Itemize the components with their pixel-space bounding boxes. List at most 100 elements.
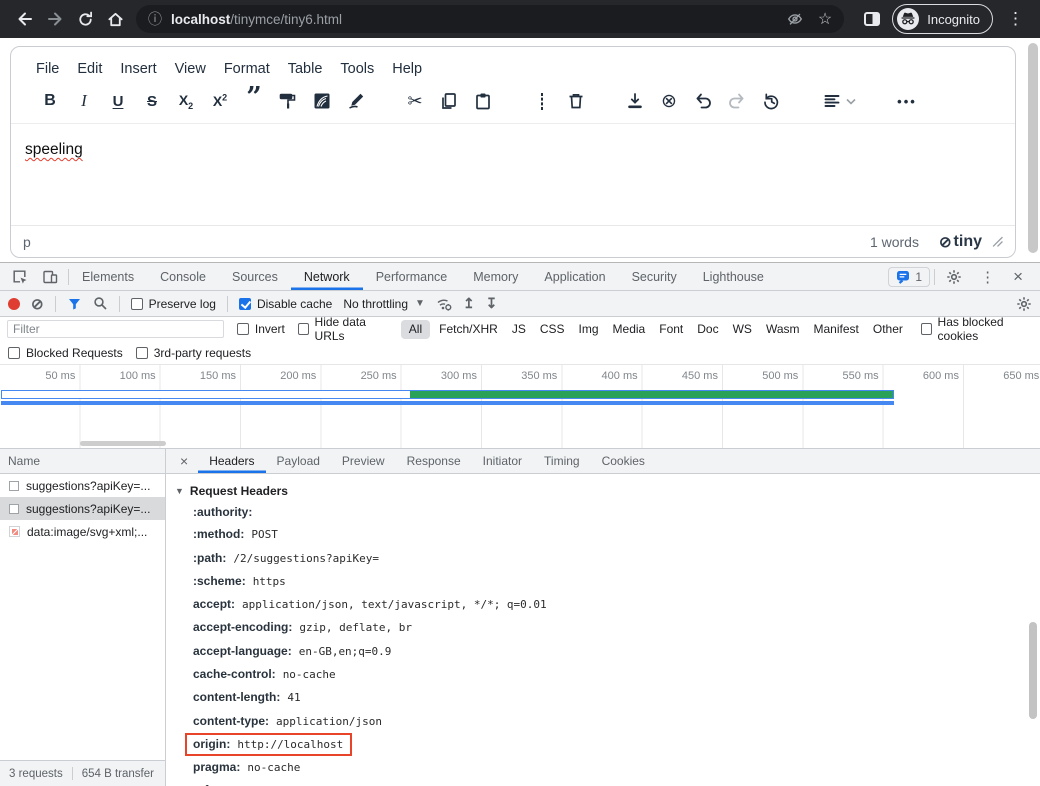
blocked-requests-checkbox[interactable] [8, 347, 20, 359]
disable-cache-label[interactable]: Disable cache [257, 297, 332, 311]
reload-button[interactable] [70, 4, 100, 34]
address-bar[interactable]: ⓘ localhost/tinymce/tiny6.html ☆ [136, 5, 844, 33]
more-options-button[interactable]: ••• [890, 86, 924, 116]
invert-checkbox[interactable] [237, 323, 249, 335]
detail-tab-cookies[interactable]: Cookies [591, 449, 656, 473]
undo-button[interactable] [686, 86, 720, 116]
filter-type-ws[interactable]: WS [728, 320, 757, 339]
filter-type-media[interactable]: Media [608, 320, 651, 339]
browser-menu-icon[interactable]: ⋮ [999, 9, 1032, 29]
request-headers-section[interactable]: ▼ Request Headers [175, 484, 1040, 498]
devtools-menu-icon[interactable]: ⋮ [973, 268, 1002, 286]
devtools-close-icon[interactable]: × [1006, 267, 1030, 287]
home-button[interactable] [100, 4, 130, 34]
tiny-logo[interactable]: ⊘tiny [939, 233, 982, 251]
tab-performance[interactable]: Performance [363, 263, 461, 290]
tab-sources[interactable]: Sources [219, 263, 291, 290]
third-party-cookies-blocked-icon[interactable] [786, 10, 804, 28]
filter-type-js[interactable]: JS [507, 320, 531, 339]
disable-cache-checkbox[interactable] [239, 298, 251, 310]
filter-type-wasm[interactable]: Wasm [761, 320, 805, 339]
filter-type-doc[interactable]: Doc [692, 320, 723, 339]
editor-content[interactable]: speeling [11, 123, 1015, 225]
device-toolbar-icon[interactable] [35, 269, 68, 285]
has-blocked-cookies-checkbox[interactable] [921, 323, 932, 335]
detail-tab-headers[interactable]: Headers [198, 449, 265, 473]
detail-tab-timing[interactable]: Timing [533, 449, 591, 473]
filter-input[interactable] [7, 320, 224, 338]
third-party-requests-checkbox[interactable] [136, 347, 148, 359]
clear-network-log-icon[interactable]: ⊘ [31, 295, 44, 313]
blockquote-button[interactable]: ” [237, 86, 271, 116]
menu-edit[interactable]: Edit [68, 57, 111, 81]
tab-console[interactable]: Console [147, 263, 219, 290]
subscript-button[interactable]: X2 [169, 86, 203, 116]
disclosure-triangle-icon[interactable]: ▼ [175, 486, 184, 496]
export-har-icon[interactable]: ↧ [486, 295, 498, 312]
name-column-header[interactable]: Name [0, 449, 165, 474]
permanent-pen-button[interactable] [339, 86, 373, 116]
menu-tools[interactable]: Tools [331, 57, 383, 81]
paste-button[interactable] [466, 86, 500, 116]
inspect-element-icon[interactable] [4, 268, 35, 285]
record-network-log-icon[interactable] [8, 298, 20, 310]
hide-data-urls-label[interactable]: Hide data URLs [315, 315, 388, 343]
strikethrough-button[interactable]: S [135, 86, 169, 116]
filter-type-fetch-xhr[interactable]: Fetch/XHR [434, 320, 503, 339]
blocked-requests-label[interactable]: Blocked Requests [26, 346, 123, 360]
copy-button[interactable] [432, 86, 466, 116]
menu-file[interactable]: File [27, 57, 68, 81]
cut-button[interactable]: ✂ [398, 86, 432, 116]
detail-tab-response[interactable]: Response [396, 449, 472, 473]
cancel-button[interactable]: ⊗ [652, 86, 686, 116]
back-button[interactable] [10, 4, 40, 34]
filter-type-all[interactable]: All [401, 320, 430, 339]
forward-button[interactable] [40, 4, 70, 34]
underline-button[interactable]: U [101, 86, 135, 116]
tab-memory[interactable]: Memory [460, 263, 531, 290]
detail-tab-preview[interactable]: Preview [331, 449, 396, 473]
menu-view[interactable]: View [166, 57, 215, 81]
bold-button[interactable]: B [33, 86, 67, 116]
request-row[interactable]: data:image/svg+xml;... [0, 520, 165, 543]
filter-type-other[interactable]: Other [868, 320, 908, 339]
network-overview-timeline[interactable]: 50 ms100 ms150 ms200 ms250 ms300 ms350 m… [0, 365, 1040, 449]
page-scrollbar[interactable] [1028, 43, 1038, 253]
preserve-log-checkbox[interactable] [131, 298, 143, 310]
tab-network[interactable]: Network [291, 263, 363, 290]
misspelled-word[interactable]: speeling [25, 141, 83, 158]
superscript-button[interactable]: X2 [203, 86, 237, 116]
hide-data-urls-checkbox[interactable] [298, 323, 309, 335]
incognito-badge[interactable]: Incognito [892, 4, 993, 34]
bookmark-star-icon[interactable]: ☆ [818, 9, 832, 29]
resize-handle-icon[interactable] [992, 236, 1003, 247]
redo-button[interactable] [720, 86, 754, 116]
close-details-icon[interactable]: × [170, 453, 198, 469]
request-row[interactable]: suggestions?apiKey=... [0, 474, 165, 497]
image-frame-button[interactable] [305, 86, 339, 116]
third-party-requests-label[interactable]: 3rd-party requests [154, 346, 251, 360]
preserve-log-label[interactable]: Preserve log [149, 297, 216, 311]
menu-table[interactable]: Table [279, 57, 332, 81]
network-settings-gear-icon[interactable] [1016, 296, 1032, 312]
filter-type-css[interactable]: CSS [535, 320, 570, 339]
request-row[interactable]: suggestions?apiKey=... [0, 497, 165, 520]
align-button[interactable] [813, 86, 865, 116]
throttling-select[interactable]: No throttling ▼ [343, 297, 425, 311]
export-button[interactable] [618, 86, 652, 116]
has-blocked-cookies-label[interactable]: Has blocked cookies [938, 315, 1033, 343]
side-panel-icon[interactable] [864, 12, 880, 26]
search-icon[interactable] [93, 296, 108, 311]
select-all-button[interactable] [525, 86, 559, 116]
format-painter-button[interactable] [271, 86, 305, 116]
network-conditions-icon[interactable] [436, 297, 452, 311]
import-har-icon[interactable]: ↥ [463, 295, 475, 312]
filter-type-img[interactable]: Img [574, 320, 604, 339]
site-info-icon[interactable]: ⓘ [148, 9, 162, 29]
italic-button[interactable]: I [67, 86, 101, 116]
delete-button[interactable] [559, 86, 593, 116]
devtools-settings-gear-icon[interactable] [939, 269, 969, 285]
details-scrollbar[interactable] [1029, 622, 1037, 719]
invert-label[interactable]: Invert [255, 322, 285, 336]
tab-elements[interactable]: Elements [69, 263, 147, 290]
